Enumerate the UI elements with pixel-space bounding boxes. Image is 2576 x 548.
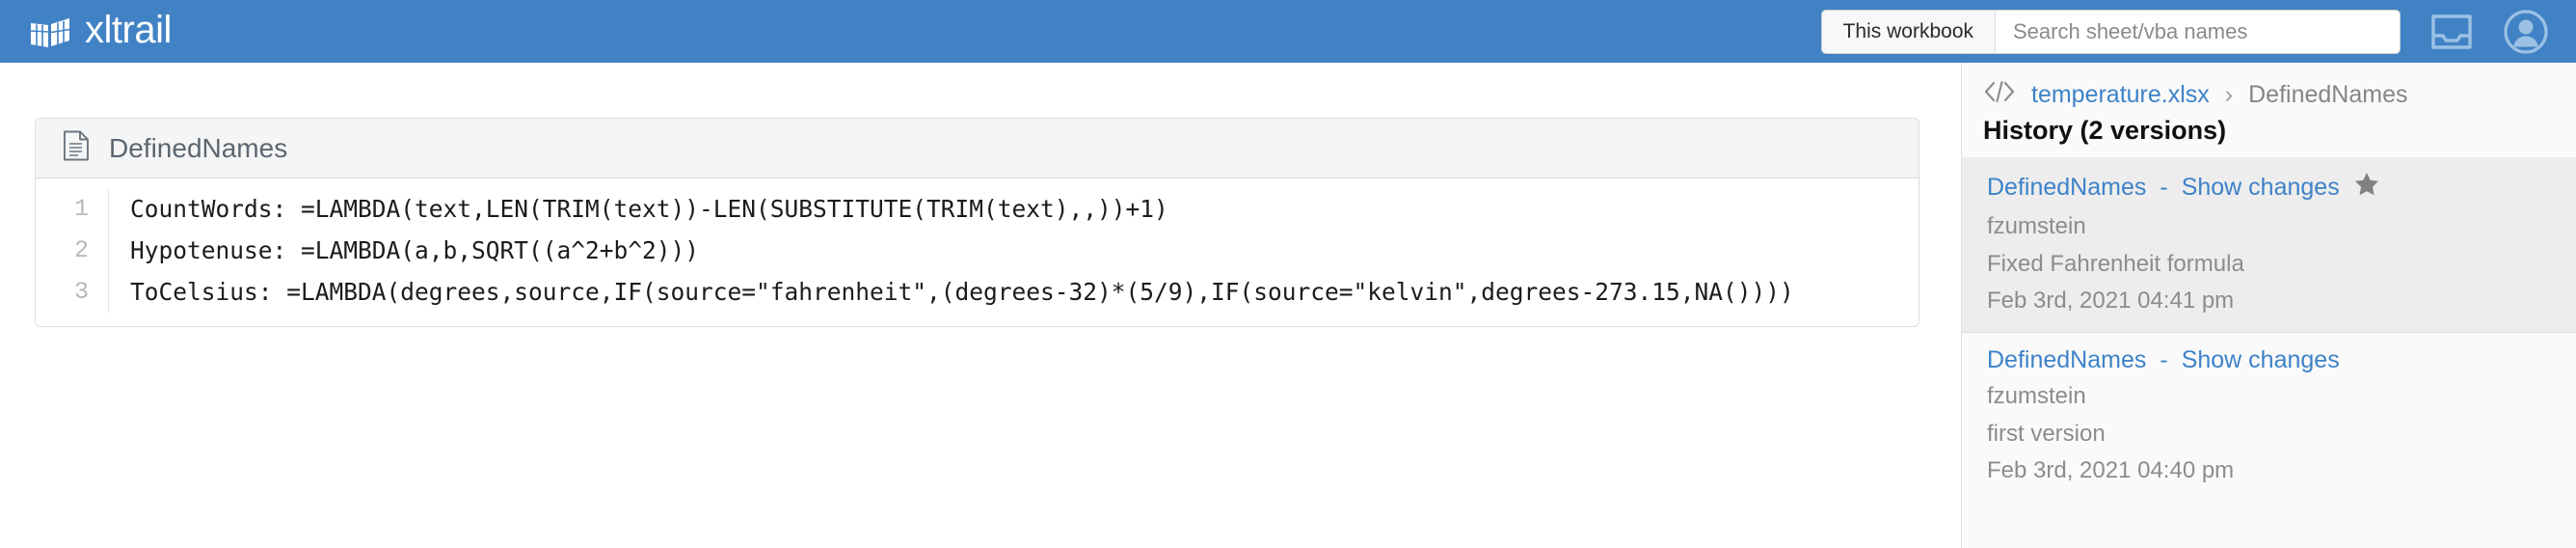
version-list: DefinedNames - Show changes fzumstein Fi… — [1962, 157, 2576, 502]
version-name-link[interactable]: DefinedNames — [1987, 174, 2146, 202]
panel-header: DefinedNames — [36, 119, 1919, 178]
version-message: Fixed Fahrenheit formula — [1987, 250, 2244, 277]
user-avatar-icon[interactable] — [2503, 9, 2549, 55]
main-content: DefinedNames 1 CountWords: =LAMBDA(text,… — [0, 63, 1961, 548]
breadcrumb: temperature.xlsx › DefinedNames — [1962, 63, 2576, 110]
version-dash: - — [2160, 174, 2168, 201]
version-author: fzumstein — [1987, 213, 2086, 239]
version-name-link[interactable]: DefinedNames — [1987, 346, 2146, 374]
version-timestamp: Feb 3rd, 2021 04:41 pm — [1987, 288, 2235, 315]
history-sidebar: temperature.xlsx › DefinedNames History … — [1961, 63, 2576, 548]
history-heading: History (2 versions) — [1983, 116, 2227, 145]
show-changes-link[interactable]: Show changes — [2182, 346, 2340, 374]
show-changes-link[interactable]: Show changes — [2182, 174, 2340, 202]
version-item[interactable]: DefinedNames - Show changes fzumstein fi… — [1962, 333, 2576, 502]
navbar-right-group: This workbook — [1820, 9, 2549, 55]
star-filled-icon[interactable] — [2353, 171, 2380, 205]
version-author: fzumstein — [1987, 383, 2086, 410]
line-code: ToCelsius: =LAMBDA(degrees,source,IF(sou… — [130, 278, 1794, 306]
search-group: This workbook — [1820, 9, 2401, 54]
brand-name: xltrail — [85, 8, 172, 51]
version-message: first version — [1987, 420, 2106, 447]
search-scope-button[interactable]: This workbook — [1820, 9, 1996, 54]
defined-names-panel: DefinedNames 1 CountWords: =LAMBDA(text,… — [35, 118, 1919, 327]
code-brackets-icon — [1983, 80, 2016, 110]
page-title: DefinedNames — [109, 132, 288, 163]
code-line: 3 ToCelsius: =LAMBDA(degrees,source,IF(s… — [36, 271, 1919, 313]
breadcrumb-file-link[interactable]: temperature.xlsx — [2031, 81, 2210, 109]
search-input[interactable] — [1996, 9, 2401, 54]
line-number: 1 — [36, 188, 109, 230]
version-header: DefinedNames - Show changes — [1987, 171, 2576, 205]
version-header: DefinedNames - Show changes — [1987, 346, 2576, 374]
top-navbar: xltrail This workbook — [0, 0, 2576, 63]
breadcrumb-current: DefinedNames — [2248, 81, 2408, 108]
code-line: 2 Hypotenuse: =LAMBDA(a,b,SQRT((a^2+b^2)… — [36, 230, 1919, 271]
version-dash: - — [2160, 346, 2168, 374]
version-item[interactable]: DefinedNames - Show changes fzumstein Fi… — [1962, 157, 2576, 334]
code-line: 1 CountWords: =LAMBDA(text,LEN(TRIM(text… — [36, 188, 1919, 230]
version-timestamp: Feb 3rd, 2021 04:40 pm — [1987, 457, 2235, 484]
brand-logo[interactable]: xltrail — [29, 0, 172, 63]
line-code: CountWords: =LAMBDA(text,LEN(TRIM(text))… — [130, 195, 1168, 223]
line-code: Hypotenuse: =LAMBDA(a,b,SQRT((a^2+b^2))) — [130, 236, 700, 264]
line-number: 2 — [36, 230, 109, 271]
document-icon — [63, 130, 90, 166]
code-body: 1 CountWords: =LAMBDA(text,LEN(TRIM(text… — [36, 178, 1919, 326]
spreadsheet-grid-logo-icon — [29, 15, 71, 48]
line-number: 3 — [36, 271, 109, 313]
inbox-icon[interactable] — [2429, 13, 2474, 51]
breadcrumb-separator: › — [2224, 81, 2234, 108]
